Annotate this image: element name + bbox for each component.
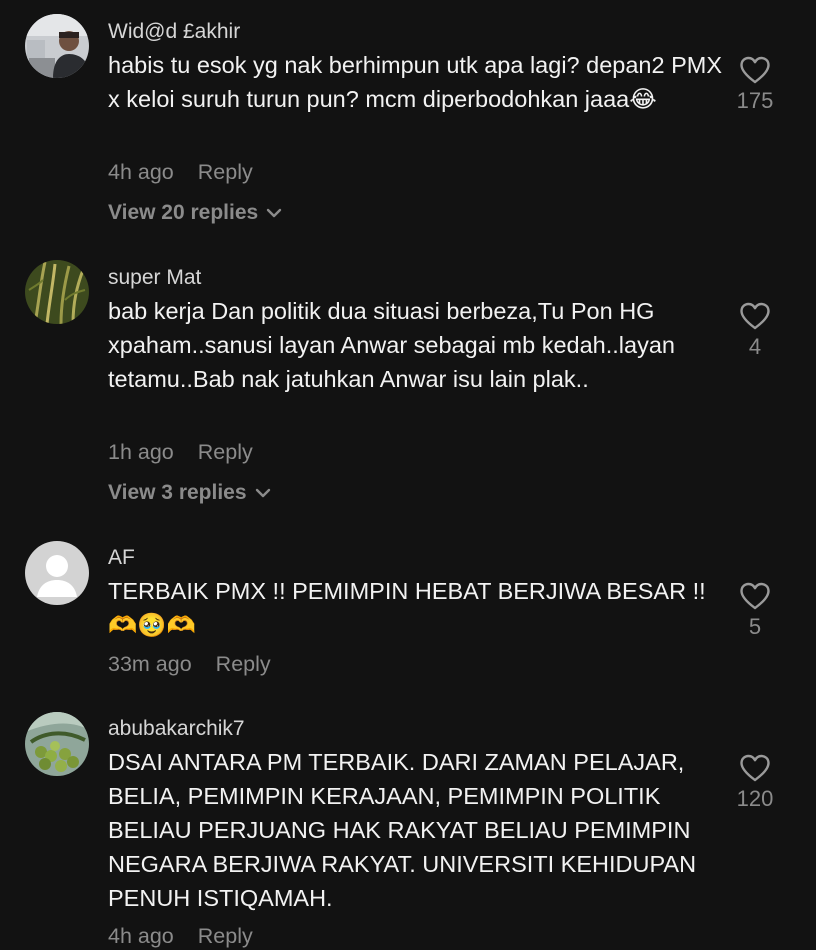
like-count: 4 [748,334,762,359]
avatar[interactable] [25,14,89,78]
person-photo-avatar-icon [25,14,89,78]
like-control: 4 [730,302,780,360]
like-count: 120 [736,786,774,811]
comment-meta: 4h ago Reply [108,160,253,185]
like-count: 5 [748,614,762,639]
view-replies-label: View 3 replies [108,481,247,504]
comment-text: habis tu esok yg nak berhimpun utk apa l… [108,52,723,112]
heart-icon[interactable] [739,754,771,782]
reply-button[interactable]: Reply [216,652,271,676]
comment-timestamp: 1h ago [108,440,174,464]
fruit-tree-avatar-icon [25,712,89,776]
reply-button[interactable]: Reply [198,924,253,948]
default-user-avatar-icon [25,541,89,605]
view-replies-button[interactable]: View 20 replies [108,201,282,225]
comment-text: bab kerja Dan politik dua situasi berbez… [108,298,675,392]
like-control: 175 [725,56,785,114]
avatar[interactable] [25,712,89,776]
reply-button[interactable]: Reply [198,440,253,464]
chevron-down-icon [255,481,271,505]
comment-username[interactable]: abubakarchik7 [108,717,245,741]
like-control: 120 [725,754,785,812]
comment-text: DSAI ANTARA PM TERBAIK. DARI ZAMAN PELAJ… [108,749,697,911]
rice-plant-avatar-icon [25,260,89,324]
comment-timestamp: 4h ago [108,160,174,184]
comment-meta: 1h ago Reply [108,440,253,465]
comment-username[interactable]: AF [108,546,135,570]
heart-icon[interactable] [739,582,771,610]
comment-timestamp: 33m ago [108,652,192,676]
avatar[interactable] [25,260,89,324]
avatar[interactable] [25,541,89,605]
view-replies-button[interactable]: View 3 replies [108,481,271,505]
comment-username[interactable]: super Mat [108,266,201,290]
comment-text: TERBAIK PMX !! PEMIMPIN HEBAT BERJIWA BE… [108,578,706,638]
heart-icon[interactable] [739,302,771,330]
comment-meta: 4h ago Reply [108,924,253,949]
view-replies-label: View 20 replies [108,201,259,224]
chevron-down-icon [266,201,282,225]
like-control: 5 [730,582,780,640]
comment-timestamp: 4h ago [108,924,174,948]
reply-button[interactable]: Reply [198,160,253,184]
heart-icon[interactable] [739,56,771,84]
like-count: 175 [736,88,774,113]
comment-meta: 33m ago Reply [108,652,271,677]
comment-username[interactable]: Wid@d £akhir [108,20,240,44]
